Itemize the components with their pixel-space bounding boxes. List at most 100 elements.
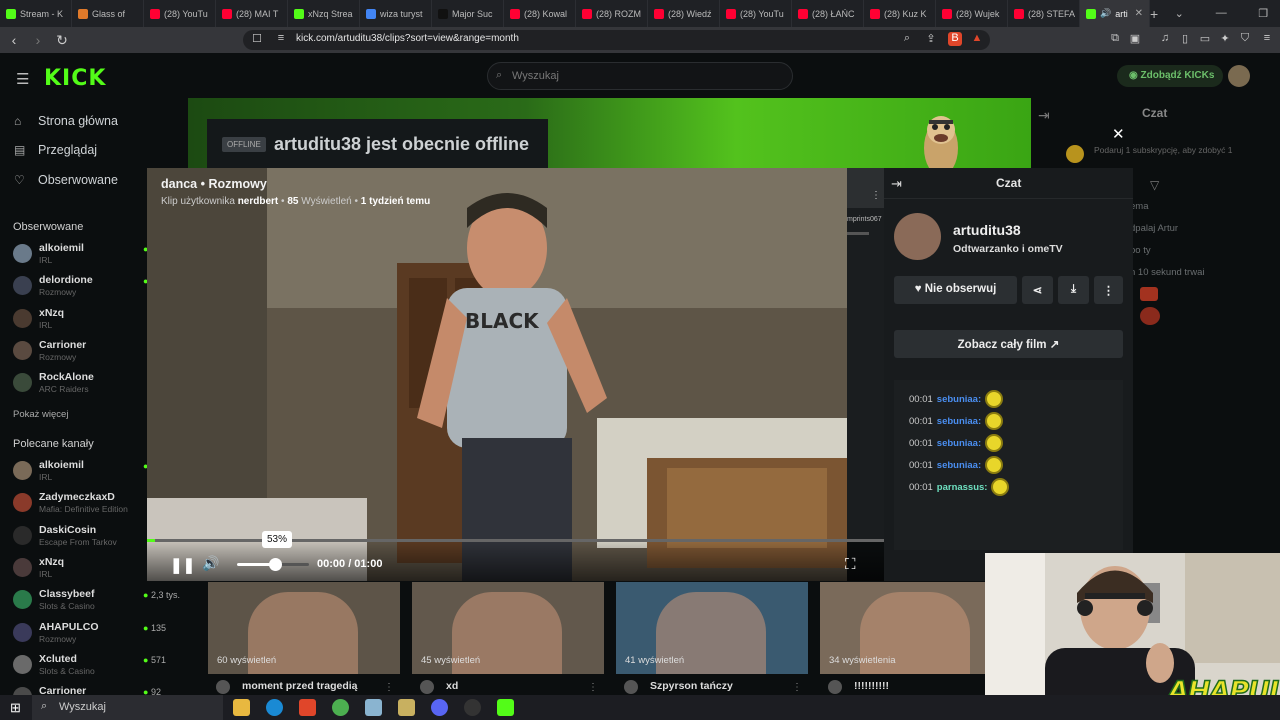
streamer-avatar[interactable] (894, 213, 941, 260)
clip-thumbnail-title[interactable]: !!!!!!!!!! (854, 680, 889, 692)
back-icon[interactable]: ‹ (4, 32, 24, 48)
progress-bar[interactable] (147, 539, 884, 542)
restore-button[interactable]: ❐ (1242, 7, 1280, 20)
stream-category[interactable]: Odtwarzanko i omeTV (953, 243, 1063, 255)
sidebar-channel[interactable]: alkoiemilIRL● 2, (13, 459, 158, 491)
minimize-button[interactable]: — (1200, 7, 1242, 20)
browser-tab[interactable]: (28) YouTu (720, 0, 792, 27)
browser-tab[interactable]: (28) STEFA (1008, 0, 1080, 27)
message-user[interactable]: sebuniaa: (937, 438, 981, 449)
more-icon[interactable]: ⋮ (871, 190, 881, 201)
windows-start-icon[interactable]: ⊞ (10, 700, 21, 716)
forward-icon[interactable]: › (28, 32, 48, 48)
browser-tab[interactable]: (28) Wiedź (648, 0, 720, 27)
share-button[interactable]: ⋖ (1022, 276, 1053, 304)
sidebar-channel[interactable]: Xcluted Slots & Casino ● 571 (13, 653, 166, 685)
clip-thumbnail-title[interactable]: xd (446, 680, 458, 692)
browser-tab[interactable]: (28) Kuz K (864, 0, 936, 27)
minecraft-icon[interactable] (398, 699, 415, 716)
more-icon[interactable]: ⋮ (588, 682, 598, 693)
clip-author-avatar[interactable] (216, 680, 230, 694)
sidebar-item-home[interactable]: ⌂ Strona główna (14, 114, 118, 128)
filter-icon[interactable]: ▽ (1150, 178, 1159, 192)
close-icon[interactable]: ✕ (1112, 125, 1125, 143)
edge-icon[interactable] (266, 699, 283, 716)
sidebar-channel[interactable]: DaskiCosin Escape From Tarkov (13, 524, 153, 556)
get-kicks-button[interactable]: ◉ Zdobądź KICKs (1117, 65, 1223, 87)
clip-thumbnail-title[interactable]: moment przed tragedią (242, 680, 358, 692)
download-button[interactable]: ⤓ (1058, 276, 1089, 304)
browser-tab[interactable]: wiza turyst (360, 0, 432, 27)
pause-button[interactable]: ❚❚ (170, 556, 195, 574)
brave-shield-icon[interactable]: B (948, 32, 962, 46)
browser-tab[interactable]: (28) Wujek (936, 0, 1008, 27)
message-user[interactable]: sebuniaa: (937, 394, 981, 405)
leo-icon[interactable]: ✦ (1218, 32, 1232, 46)
kick-logo[interactable]: KICK (44, 66, 106, 91)
browser-tab[interactable]: Glass of (72, 0, 144, 27)
streamer-name[interactable]: artuditu38 (953, 222, 1021, 238)
clip-author-avatar[interactable] (828, 680, 842, 694)
browser-tab[interactable]: (28) Kowal (504, 0, 576, 27)
browser-tab[interactable]: xNzq Strea (288, 0, 360, 27)
show-more-link[interactable]: Pokaż więcej (13, 409, 68, 420)
sidebar-icon[interactable]: ▯ (1178, 32, 1192, 46)
chrome-icon[interactable] (332, 699, 349, 716)
message-user[interactable]: sebuniaa: (937, 416, 981, 427)
user-avatar[interactable] (1228, 65, 1250, 87)
collapse-chat-icon[interactable]: ⇥ (1038, 107, 1050, 124)
unfollow-button[interactable]: ♥ Nie obserwuj (894, 276, 1017, 304)
brave-rewards-icon[interactable]: ▲ (970, 32, 984, 46)
kick-app-icon[interactable] (497, 699, 514, 716)
watch-full-video-button[interactable]: Zobacz cały film ↗ (894, 330, 1123, 358)
file-explorer-icon[interactable] (233, 699, 250, 716)
browser-tab[interactable]: Stream - K (0, 0, 72, 27)
sidebar-channel[interactable]: Carrioner Rozmowy (13, 339, 153, 371)
tab-active[interactable]: 🔊 arti ✕ (1080, 0, 1150, 27)
reload-icon[interactable]: ↻ (52, 32, 72, 49)
vpn-icon[interactable]: ⛉ (1238, 32, 1252, 46)
volume-icon[interactable]: 🔊 (202, 555, 219, 572)
sidebar-item-browse[interactable]: ▤ Przeglądaj (14, 143, 97, 157)
obs-icon[interactable] (464, 699, 481, 716)
discord-icon[interactable] (431, 699, 448, 716)
url-text[interactable]: kick.com/artuditu38/clips?sort=view&rang… (296, 33, 519, 44)
browser-tab[interactable]: (28) ŁAŃC (792, 0, 864, 27)
search-input[interactable]: ⌕ Wyszukaj (487, 62, 793, 90)
zoom-icon[interactable]: ⌕ (900, 32, 914, 46)
message-user[interactable]: parnassus: (937, 482, 988, 493)
clip-video[interactable]: BLACK (147, 168, 847, 581)
brave-icon[interactable] (299, 699, 316, 716)
sidebar-channel[interactable]: xNzq IRL (13, 307, 153, 339)
chevron-down-icon[interactable]: ⌄ (1158, 7, 1200, 20)
browser-tab[interactable]: Major Suc (432, 0, 504, 27)
sidebar-channel[interactable]: alkoiemilIRL● 2, (13, 242, 158, 274)
music-icon[interactable]: ♫ (1158, 32, 1172, 46)
clip-thumbnail[interactable]: 45 wyświetleń (412, 582, 604, 674)
clip-thumbnail[interactable]: 41 wyświetleń (616, 582, 808, 674)
clip-thumbnail[interactable]: 60 wyświetleń (208, 582, 400, 674)
more-button[interactable]: ⋮ (1094, 276, 1123, 304)
sidebar-channel[interactable]: Classybeef Slots & Casino ● 2,3 tys. (13, 588, 180, 620)
tab-icon[interactable]: ▣ (1128, 32, 1142, 46)
close-tab-icon[interactable]: ✕ (1135, 8, 1143, 19)
hamburger-menu-icon[interactable]: ☰ (16, 70, 29, 88)
new-tab-button[interactable]: + (1150, 6, 1158, 22)
browser-tab[interactable]: (28) YouTu (144, 0, 216, 27)
app-icon[interactable] (365, 699, 382, 716)
collapse-icon[interactable]: ⇥ (891, 176, 902, 192)
clip-author-avatar[interactable] (624, 680, 638, 694)
wallet-icon[interactable]: ▭ (1198, 32, 1212, 46)
fullscreen-icon[interactable]: ⛶ (845, 556, 856, 573)
extensions-icon[interactable]: ⧉ (1108, 32, 1122, 46)
sidebar-item-following[interactable]: ♡ Obserwowane (14, 173, 118, 187)
taskbar-search[interactable]: ⌕ Wyszukaj (32, 695, 223, 720)
clip-author[interactable]: nerdbert (238, 196, 279, 207)
browser-tab[interactable]: (28) MAI T (216, 0, 288, 27)
sidebar-channel[interactable]: delordioneRozmowy● 1 (13, 274, 156, 306)
browser-tab[interactable]: (28) ROZM (576, 0, 648, 27)
sidebar-channel[interactable]: ZadymeczkaxD Mafia: Definitive Edition (13, 491, 153, 523)
clip-thumbnail[interactable]: 34 wyświetlenia (820, 582, 1012, 674)
bookmark-icon[interactable]: ☐ (250, 32, 264, 46)
menu-icon[interactable]: ≡ (1260, 32, 1274, 46)
